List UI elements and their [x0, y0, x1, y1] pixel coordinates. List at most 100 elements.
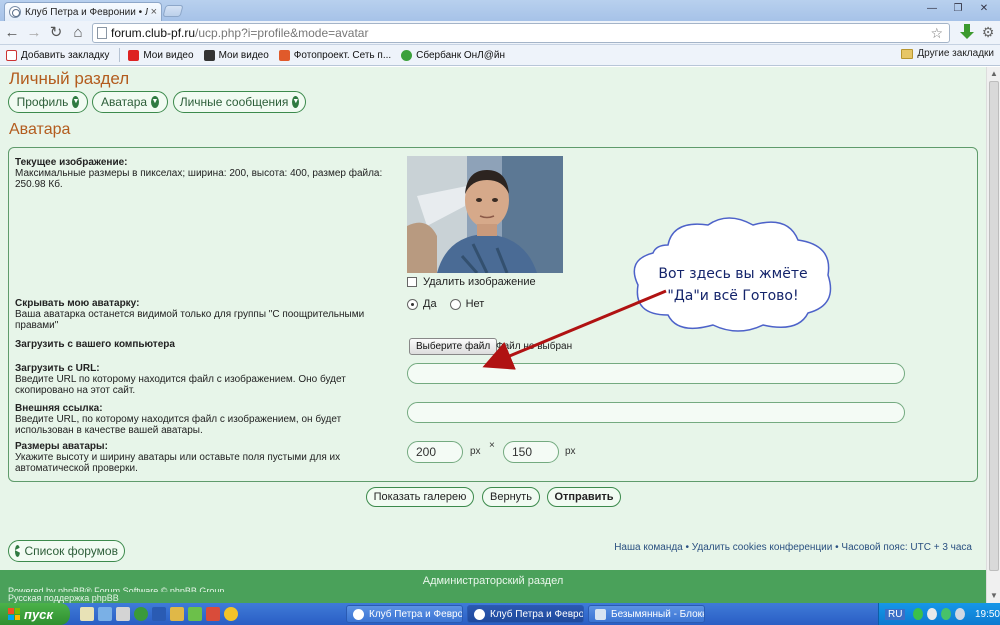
bookmark-add-icon	[6, 49, 17, 61]
maximize-icon[interactable]: ❐	[946, 2, 970, 17]
home-icon[interactable]: ⌂	[68, 23, 88, 43]
windows-logo-icon	[8, 608, 20, 620]
address-bar[interactable]: forum.club-pf.ru/ucp.php?i=profile&mode=…	[92, 23, 950, 43]
volume-icon[interactable]	[955, 608, 965, 620]
scroll-up-icon[interactable]: ▲	[989, 69, 999, 79]
taskbar-item[interactable]: Клуб Петра и Февро...	[467, 605, 584, 623]
taskbar-item[interactable]: Безымянный - Блокнот	[588, 605, 705, 623]
bookmark-label: Мои видео	[218, 49, 269, 61]
checkbox-box[interactable]	[407, 277, 417, 287]
tab-private-messages[interactable]: Личные сообщения ▼	[173, 91, 306, 113]
chevron-down-icon: ▼	[72, 96, 80, 108]
save-icon[interactable]	[152, 607, 166, 621]
forward-icon[interactable]: →	[24, 23, 44, 43]
chevron-left-icon: ◀	[15, 545, 21, 557]
callout-line1: Вот здесь вы жмёте	[658, 266, 808, 282]
close-window-icon[interactable]: ✕	[972, 2, 996, 17]
forum-list-button[interactable]: ◀ Список форумов	[8, 540, 125, 562]
tab-profile[interactable]: Профиль ▼	[8, 91, 88, 113]
bookmark-star-icon[interactable]: ☆	[930, 25, 943, 42]
page-title: Личный раздел	[9, 69, 130, 88]
show-gallery-button[interactable]: Показать галерею	[366, 487, 474, 507]
utorrent-icon[interactable]	[188, 607, 202, 621]
desktop-icon[interactable]	[98, 607, 112, 621]
bookmark-label: Добавить закладку	[21, 49, 110, 61]
folder-icon[interactable]	[170, 607, 184, 621]
page-viewport: Личный раздел Профиль ▼ Аватара ▼ Личные с…	[0, 67, 986, 603]
system-tray: RU 19:50	[878, 603, 1000, 625]
notepad-icon	[595, 608, 606, 620]
upload-url-label: Загрузить с URL:	[15, 363, 100, 374]
minimize-icon[interactable]: —	[920, 2, 944, 17]
submit-button[interactable]: Отправить	[547, 487, 621, 507]
wordpress-icon[interactable]	[134, 607, 148, 621]
icq-icon[interactable]	[941, 608, 952, 620]
start-button[interactable]: пуск	[0, 603, 70, 625]
upload-pc-field: Загрузить с вашего компьютера	[15, 339, 175, 350]
wrench-icon[interactable]: ⚙	[980, 24, 996, 40]
scroll-thumb[interactable]	[989, 81, 999, 571]
windows-taskbar: пуск Клуб Петра и Февро... Клуб Петра и …	[0, 603, 1000, 625]
chevron-down-icon: ▼	[292, 96, 300, 108]
upload-pc-label: Загрузить с вашего компьютера	[15, 339, 175, 350]
hide-avatar-label: Скрывать мою аватарку:	[15, 298, 140, 309]
external-link-field: Внешняя ссылка: Введите URL, по которому…	[15, 403, 390, 436]
page-scrollbar[interactable]: ▲ ▼	[986, 67, 1000, 603]
external-link-input[interactable]	[407, 402, 905, 423]
notepad-icon[interactable]	[80, 607, 94, 621]
network-icon[interactable]	[913, 608, 924, 620]
sberbank-icon	[401, 49, 413, 61]
taskbar-item[interactable]: Клуб Петра и Февро...	[346, 605, 463, 623]
tab-label: Профиль	[16, 95, 69, 109]
bookmark-youtube[interactable]: Мои видео	[128, 49, 194, 61]
current-image-label: Текущее изображение:	[15, 157, 128, 168]
browser-tab[interactable]: Клуб Петра и Февронии • Ли ×	[4, 2, 162, 21]
bookmark-sberbank[interactable]: Сбербанк ОнЛ@йн	[401, 49, 505, 61]
tab-close-icon[interactable]: ×	[151, 6, 157, 18]
width-unit: px	[470, 446, 481, 457]
task-label: Клуб Петра и Февро...	[490, 608, 584, 620]
start-label: пуск	[24, 606, 53, 622]
hide-avatar-field: Скрывать мою аватарку: Ваша аватарка ост…	[15, 298, 400, 331]
tab-avatar[interactable]: Аватара ▼	[92, 91, 168, 113]
times-sign: ×	[489, 440, 495, 451]
footer-links[interactable]: Наша команда • Удалить cookies конференц…	[614, 542, 972, 553]
chrome-icon	[474, 608, 485, 620]
language-indicator[interactable]: RU	[885, 608, 906, 620]
other-bookmarks[interactable]: Другие закладки	[901, 48, 994, 59]
skype-icon[interactable]	[927, 608, 938, 620]
radio-yes[interactable]	[407, 298, 418, 310]
current-image-field: Текущее изображение: Максимальные размер…	[15, 157, 385, 190]
youtube-icon	[128, 49, 140, 61]
bookmark-photo[interactable]: Фотопроект. Сеть п...	[278, 49, 392, 61]
chevron-down-icon: ▼	[151, 96, 159, 108]
bookmark-label: Сбербанк ОнЛ@йн	[416, 49, 505, 61]
download-icon[interactable]	[960, 24, 974, 40]
browser-titlebar: Клуб Петра и Февронии • Ли × — ❐ ✕	[0, 0, 1000, 21]
forum-list-label: Список форумов	[24, 544, 118, 558]
bookmark-label: Фотопроект. Сеть п...	[293, 49, 392, 61]
radio-no[interactable]	[449, 298, 461, 310]
avatar-size-desc: Укажите высоту и ширину аватары или оста…	[15, 452, 341, 474]
avatar-width-input[interactable]: 200	[407, 441, 463, 463]
external-link-desc: Введите URL, по которому находится файл …	[15, 414, 342, 436]
folder-icon	[901, 48, 914, 59]
avatar-height-input[interactable]: 150	[503, 441, 559, 463]
reload-icon[interactable]: ↻	[46, 23, 66, 43]
explorer-icon[interactable]	[116, 607, 130, 621]
bookmark-video[interactable]: Мои видео	[203, 49, 269, 61]
current-image-desc: Максимальные размеры в пикселах; ширина:…	[15, 168, 383, 190]
media-icon[interactable]	[206, 607, 220, 621]
chrome-icon[interactable]	[224, 607, 238, 621]
play-icon	[203, 49, 215, 61]
scroll-down-icon[interactable]: ▼	[989, 591, 999, 601]
new-tab-button[interactable]	[162, 5, 184, 17]
callout-arrow	[482, 289, 667, 370]
bookmark-add[interactable]: Добавить закладку	[6, 49, 110, 61]
radio-yes-label[interactable]: Да	[423, 298, 437, 310]
chrome-icon	[353, 608, 364, 620]
avatar-size-label: Размеры аватары:	[15, 441, 108, 452]
reset-button[interactable]: Вернуть	[482, 487, 540, 507]
back-icon[interactable]: ←	[2, 23, 22, 43]
height-unit: px	[565, 446, 576, 457]
